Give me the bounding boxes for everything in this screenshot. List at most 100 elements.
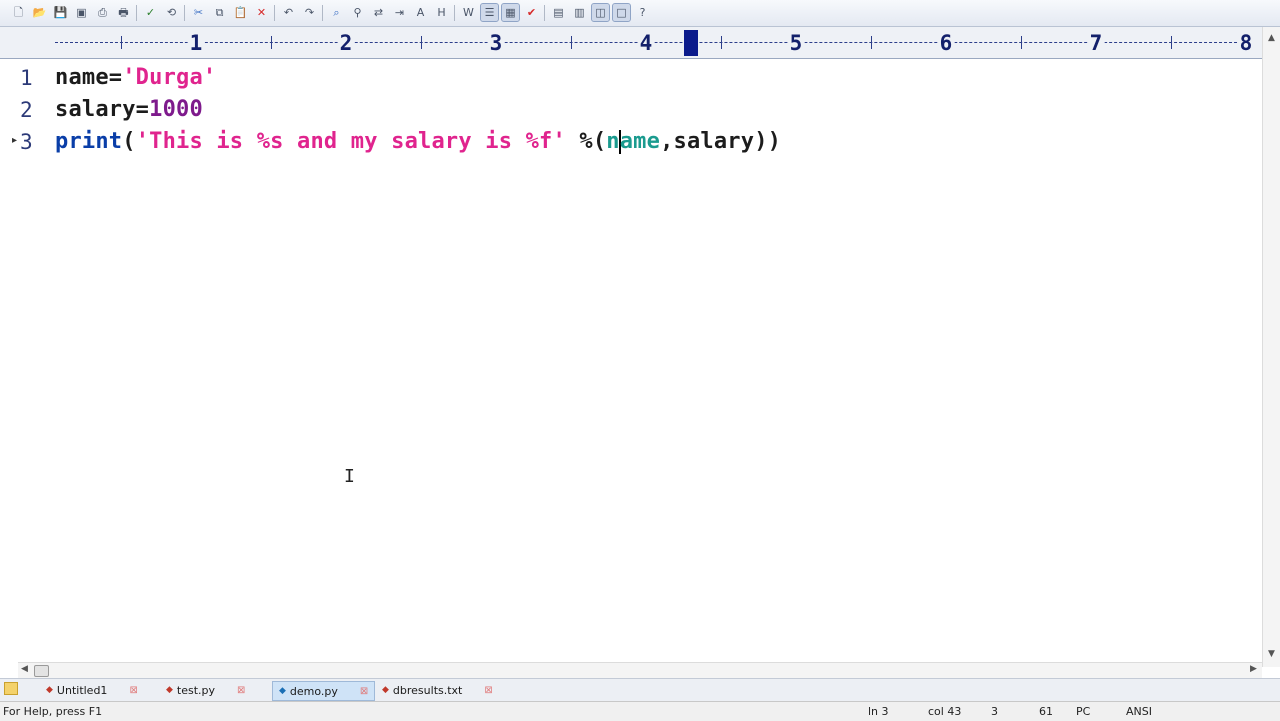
toolbar-separator — [274, 5, 275, 21]
scroll-up-icon[interactable]: ▲ — [1268, 33, 1275, 43]
tab-untitled1[interactable]: ◆ Untitled1 ⊠ — [40, 681, 144, 699]
ruler-tick — [1171, 36, 1172, 49]
undo-icon[interactable]: ↶ — [280, 4, 297, 21]
file-type-icon: ◆ — [382, 685, 389, 695]
code-token: salary= — [55, 97, 150, 122]
ruler-number: 1 — [187, 31, 205, 55]
folder-icon[interactable] — [4, 682, 18, 695]
print-icon[interactable]: 🖶 — [115, 4, 132, 21]
ruler-number: 2 — [337, 31, 355, 55]
format-icon[interactable]: ⟲ — [163, 4, 180, 21]
code-token: 'This is %s and my salary is %f' — [135, 129, 566, 154]
hex-icon[interactable]: H — [433, 4, 450, 21]
editor-left-gutter — [0, 60, 6, 678]
delete-icon[interactable]: ✕ — [253, 4, 270, 21]
code-token: ,salary)) — [660, 129, 782, 154]
font-icon[interactable]: A — [412, 4, 429, 21]
code-token: %( — [565, 129, 607, 154]
text-cursor-ibeam-icon: I — [344, 466, 355, 487]
ruler-tick — [1021, 36, 1022, 49]
open-folder-icon[interactable]: 📂 — [31, 4, 48, 21]
window-cascade-icon[interactable]: ▥ — [571, 4, 588, 21]
status-count: 61 — [1039, 705, 1053, 718]
find-in-files-icon[interactable]: ⚲ — [349, 4, 366, 21]
code-token: 1000 — [149, 97, 203, 122]
tab-label: test.py — [176, 683, 216, 697]
code-line[interactable]: 1 name='Durga' — [0, 62, 1262, 94]
document-tab-bar: ◆ Untitled1 ⊠ ◆ test.py ⊠ ◆ demo.py ⊠ ◆ dbresults.… — [0, 678, 1280, 701]
code-token: 'Durga' — [122, 65, 217, 90]
code-token: ame — [619, 129, 661, 154]
cut-icon[interactable]: ✂ — [190, 4, 207, 21]
window-tile-icon[interactable]: ▤ — [550, 4, 567, 21]
list-icon[interactable]: ☰ — [480, 3, 499, 22]
horizontal-scroll-thumb[interactable] — [34, 665, 49, 677]
scroll-down-icon[interactable]: ▼ — [1268, 649, 1275, 659]
toolbar-separator — [544, 5, 545, 21]
current-line-marker-icon: ▸ — [12, 135, 18, 146]
line-number: 2 — [20, 98, 33, 122]
ruler-cursor-marker — [684, 30, 698, 56]
toolbar-separator — [454, 5, 455, 21]
find-icon[interactable]: ⌕ — [328, 4, 345, 21]
ruler[interactable]: 1 2 3 4 5 6 7 8 — [0, 27, 1262, 59]
close-tab-icon[interactable]: ⊠ — [484, 685, 492, 696]
code-text[interactable]: name='Durga' — [55, 65, 216, 90]
spell-check-icon[interactable]: ✓ — [142, 4, 159, 21]
toolbar: 🗋 📂 💾 ▣ ⎙ 🖶 ✓ ⟲ ✂ ⧉ 📋 ✕ ↶ ↷ ⌕ ⚲ ⇄ ⇥ A H W ☰ ▦ ✔ ▤ ▥ ◫ □? — [0, 0, 1280, 27]
close-tab-icon[interactable]: ⊠ — [129, 685, 137, 696]
ruler-number: 4 — [637, 31, 655, 55]
code-token: ( — [122, 129, 136, 154]
column-icon[interactable]: ▦ — [501, 3, 520, 22]
print-preview-icon[interactable]: ⎙ — [94, 4, 111, 21]
goto-icon[interactable]: ⇥ — [391, 4, 408, 21]
tab-test-py[interactable]: ◆ test.py ⊠ — [160, 681, 251, 699]
status-encoding: ANSI — [1126, 705, 1152, 718]
paste-icon[interactable]: 📋 — [232, 4, 249, 21]
status-line-ending: PC — [1076, 705, 1091, 718]
scroll-left-icon[interactable]: ◀ — [21, 664, 28, 674]
ruler-tick — [271, 36, 272, 49]
ruler-tick — [121, 36, 122, 49]
ruler-number: 8 — [1237, 31, 1255, 55]
code-text[interactable]: salary=1000 — [55, 97, 203, 122]
redo-icon[interactable]: ↷ — [301, 4, 318, 21]
ruler-tick — [571, 36, 572, 49]
code-line[interactable]: 3 ▸ print('This is %s and my salary is %f'… — [0, 126, 1262, 158]
close-tab-icon[interactable]: ⊠ — [360, 686, 368, 697]
new-file-icon[interactable]: 🗋 — [10, 4, 27, 21]
code-editor[interactable]: 1 name='Durga' 2 salary=1000 3 ▸ print('This i… — [0, 60, 1262, 662]
vertical-scrollbar[interactable]: ▲ ▼ — [1262, 27, 1280, 667]
help-icon[interactable]: ? — [634, 4, 651, 21]
ruler-number: 3 — [487, 31, 505, 55]
code-token: name= — [55, 65, 123, 90]
status-selection: 3 — [991, 705, 998, 718]
tab-demo-py[interactable]: ◆ demo.py ⊠ — [272, 681, 376, 701]
code-text[interactable]: print('This is %s and my salary is %f' %… — [55, 129, 781, 154]
horizontal-scrollbar[interactable]: ◀ ▶ — [18, 662, 1262, 678]
toolbar-separator — [136, 5, 137, 21]
tab-label: Untitled1 — [56, 683, 108, 697]
status-bar: For Help, press F1 ln 3 col 43 3 61 PC A… — [0, 701, 1280, 721]
code-line[interactable]: 2 salary=1000 — [0, 94, 1262, 126]
code-token: n — [606, 129, 620, 154]
toolbar-separator — [322, 5, 323, 21]
save-all-icon[interactable]: ▣ — [73, 4, 90, 21]
copy-icon[interactable]: ⧉ — [211, 4, 228, 21]
status-column: col 43 — [928, 705, 962, 718]
scroll-right-icon[interactable]: ▶ — [1250, 664, 1257, 674]
line-number: 3 — [20, 130, 33, 154]
save-icon[interactable]: 💾 — [52, 4, 69, 21]
ruler-tick — [721, 36, 722, 49]
file-type-icon: ◆ — [279, 686, 286, 696]
word-wrap-icon[interactable]: W — [460, 4, 477, 21]
code-token: print — [55, 129, 123, 154]
status-line: ln 3 — [868, 705, 889, 718]
tab-dbresults-txt[interactable]: ◆ dbresults.txt ⊠ — [376, 681, 499, 699]
window-max-icon[interactable]: □ — [612, 3, 631, 22]
replace-icon[interactable]: ⇄ — [370, 4, 387, 21]
check-icon[interactable]: ✔ — [523, 4, 540, 21]
window-split-icon[interactable]: ◫ — [591, 3, 610, 22]
close-tab-icon[interactable]: ⊠ — [237, 685, 245, 696]
ruler-number: 7 — [1087, 31, 1105, 55]
